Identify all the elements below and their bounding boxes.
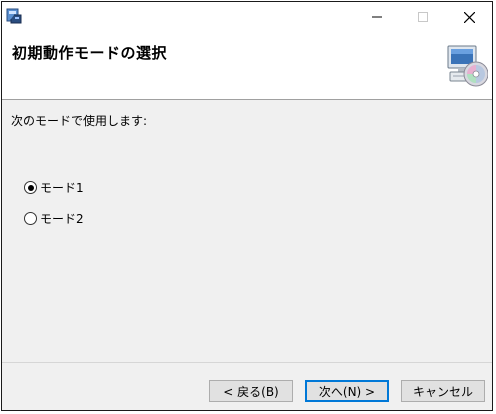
page-title: 初期動作モードの選択 — [12, 44, 168, 62]
mode1-label: モード1 — [40, 181, 84, 195]
mode2-label: モード2 — [40, 212, 84, 226]
maximize-icon — [418, 12, 428, 22]
close-icon — [463, 11, 475, 23]
instruction-text: 次のモードで使用します: — [11, 114, 148, 128]
wizard-content: 次のモードで使用します: モード1 モード2 — [2, 100, 492, 362]
back-button[interactable]: < 戻る(B) — [209, 380, 293, 402]
next-button[interactable]: 次へ(N) > — [305, 380, 389, 402]
wizard-footer: < 戻る(B) 次へ(N) > キャンセル — [2, 362, 492, 410]
setup-dialog: 初期動作モードの選択 次のモードで使用します: モード1 モード2 < 戻る(B… — [1, 1, 493, 411]
title-bar — [2, 2, 492, 32]
installer-icon — [5, 6, 25, 26]
minimize-button[interactable] — [354, 2, 400, 32]
mode1-radio[interactable] — [24, 181, 37, 194]
maximize-button[interactable] — [400, 2, 446, 32]
cancel-button[interactable]: キャンセル — [401, 380, 485, 402]
computer-cd-icon — [446, 44, 489, 90]
wizard-header: 初期動作モードの選択 — [2, 32, 492, 100]
close-button[interactable] — [446, 2, 492, 32]
mode2-radio[interactable] — [24, 212, 37, 225]
mode2-option[interactable]: モード2 — [24, 210, 84, 227]
minimize-icon — [372, 16, 382, 18]
mode1-option[interactable]: モード1 — [24, 179, 84, 196]
